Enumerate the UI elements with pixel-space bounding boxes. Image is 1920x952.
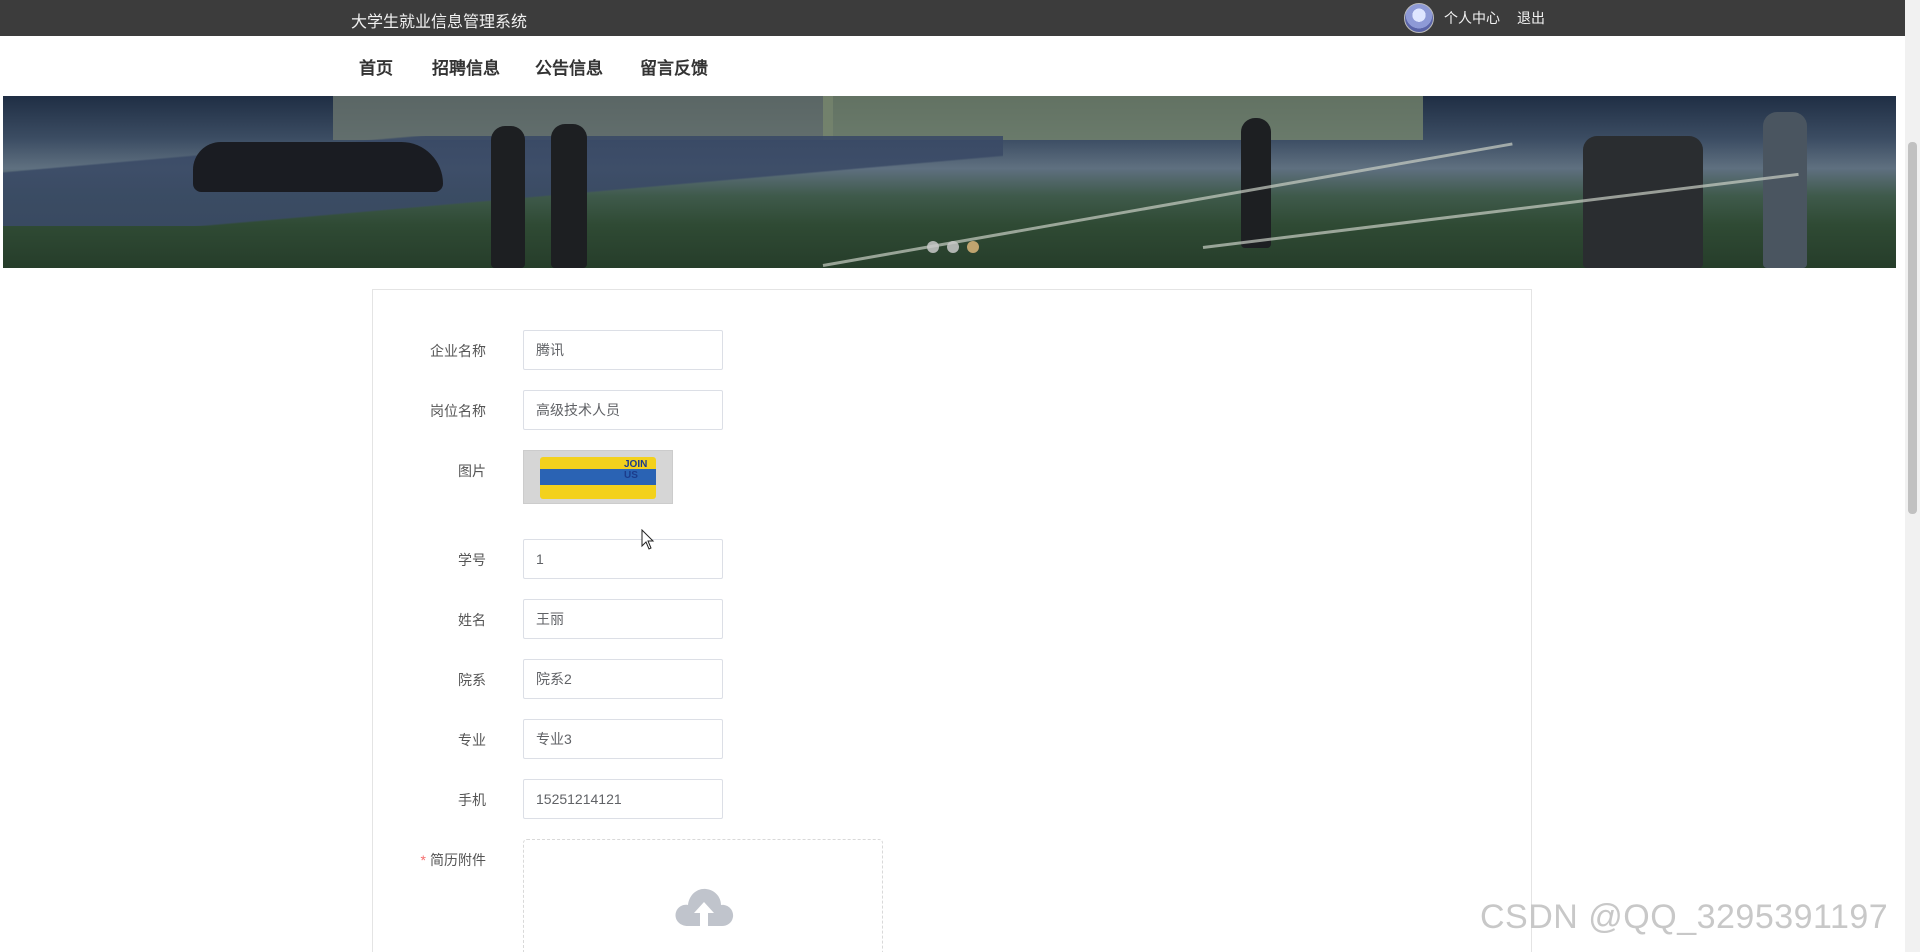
banner-carousel[interactable] bbox=[3, 96, 1896, 268]
company-name-input[interactable] bbox=[523, 330, 723, 370]
system-title: 大学生就业信息管理系统 bbox=[351, 14, 528, 31]
student-id-input[interactable] bbox=[523, 539, 723, 579]
banner-field-line bbox=[1202, 172, 1799, 249]
main-nav: 首页 招聘信息 公告信息 留言反馈 bbox=[0, 36, 1905, 96]
resume-label: * 简历附件 bbox=[421, 850, 486, 870]
banner-person bbox=[551, 124, 587, 268]
form-row-department: 院系 bbox=[373, 659, 1531, 699]
banner-person bbox=[491, 126, 525, 268]
mouse-cursor-icon bbox=[641, 529, 655, 550]
scrollbar-thumb[interactable] bbox=[1908, 142, 1917, 514]
job-image-thumbnail[interactable]: JOIN US bbox=[523, 450, 673, 504]
resume-upload-dropzone[interactable] bbox=[523, 839, 883, 952]
form-row-resume: * 简历附件 bbox=[373, 839, 1531, 952]
form-row-position: 岗位名称 bbox=[373, 390, 1531, 430]
form-row-phone: 手机 bbox=[373, 779, 1531, 819]
nav-item-home[interactable]: 首页 bbox=[359, 54, 393, 79]
carousel-dot-active[interactable] bbox=[967, 241, 979, 253]
upload-cloud-icon bbox=[675, 888, 734, 926]
top-bar: 大学生就业信息管理系统 个人中心 退出 bbox=[0, 0, 1905, 36]
form-row-name: 姓名 bbox=[373, 599, 1531, 639]
major-label: 专业 bbox=[458, 732, 486, 748]
resume-label-text: 简历附件 bbox=[430, 852, 486, 868]
nav-item-notices[interactable]: 公告信息 bbox=[535, 54, 603, 79]
carousel-dot[interactable] bbox=[927, 241, 939, 253]
major-input[interactable] bbox=[523, 719, 723, 759]
name-input[interactable] bbox=[523, 599, 723, 639]
student-id-label: 学号 bbox=[458, 552, 486, 568]
nav-item-feedback[interactable]: 留言反馈 bbox=[640, 54, 708, 79]
position-name-label: 岗位名称 bbox=[430, 403, 486, 419]
phone-input[interactable] bbox=[523, 779, 723, 819]
department-label: 院系 bbox=[458, 672, 486, 688]
form-row-image: 图片 JOIN US bbox=[373, 450, 1531, 504]
form-row-student-id: 学号 bbox=[373, 539, 1531, 579]
banner-car bbox=[193, 142, 443, 192]
carousel-dot[interactable] bbox=[947, 241, 959, 253]
form-row-company: 企业名称 bbox=[373, 330, 1531, 370]
department-input[interactable] bbox=[523, 659, 723, 699]
application-form: 企业名称 岗位名称 图片 JOIN US 学号 姓名 院系 专业 手机 *简历附… bbox=[372, 289, 1532, 952]
name-label: 姓名 bbox=[458, 612, 486, 628]
poster-image: JOIN US bbox=[540, 457, 656, 499]
company-name-label: 企业名称 bbox=[430, 343, 486, 359]
phone-label: 手机 bbox=[458, 792, 486, 808]
poster-text: JOIN US bbox=[624, 459, 648, 481]
banner-person bbox=[1241, 118, 1271, 248]
position-name-input[interactable] bbox=[523, 390, 723, 430]
personal-center-link[interactable]: 个人中心 bbox=[1444, 8, 1500, 28]
image-label: 图片 bbox=[458, 463, 486, 479]
page-scrollbar[interactable] bbox=[1905, 0, 1920, 952]
required-mark: * bbox=[420, 852, 426, 868]
avatar[interactable] bbox=[1404, 3, 1434, 33]
csdn-watermark: CSDN @QQ_3295391197 bbox=[1480, 898, 1889, 936]
banner-person bbox=[1583, 136, 1703, 268]
banner-building bbox=[823, 96, 1423, 140]
logout-link[interactable]: 退出 bbox=[1517, 8, 1545, 28]
banner-person bbox=[1763, 112, 1807, 268]
user-area: 个人中心 退出 bbox=[1404, 3, 1562, 33]
carousel-dots bbox=[927, 241, 987, 253]
nav-item-jobs[interactable]: 招聘信息 bbox=[432, 54, 500, 79]
form-row-major: 专业 bbox=[373, 719, 1531, 759]
